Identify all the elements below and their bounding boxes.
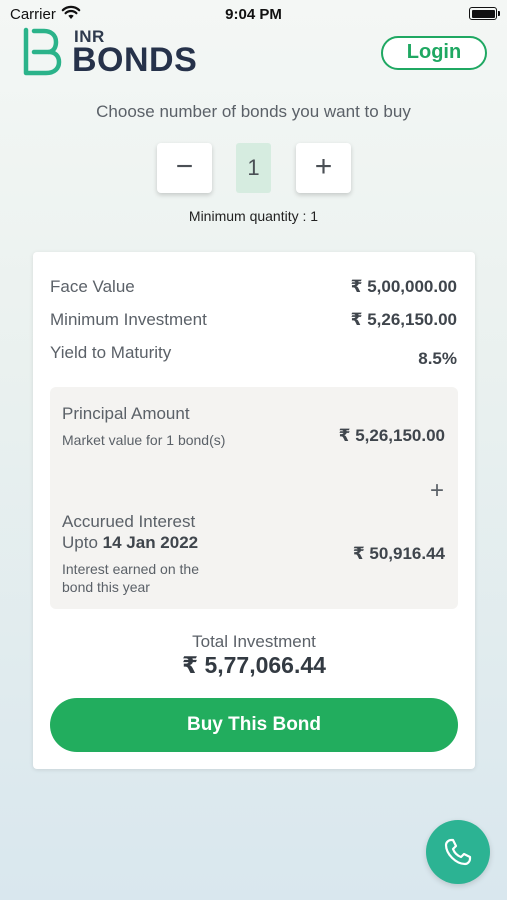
total-investment-label: Total Investment — [192, 632, 316, 651]
interest-upto: Upto 14 Jan 2022 — [62, 533, 198, 553]
investment-breakdown: Principal Amount Market value for 1 bond… — [50, 387, 458, 609]
buy-bond-button[interactable]: Buy This Bond — [50, 698, 458, 752]
principal-label: Principal Amount — [62, 404, 190, 423]
min-investment-value: ₹ 5,26,150.00 — [350, 310, 457, 329]
upto-date: 14 Jan 2022 — [102, 533, 199, 552]
login-button[interactable]: Login — [381, 36, 487, 70]
battery-icon — [469, 7, 500, 20]
ytm-value: 8.5% — [418, 349, 457, 368]
minimum-quantity-note: Minimum quantity : 1 — [188, 208, 319, 224]
bonds-logo-icon — [20, 27, 62, 82]
upto-label: Upto — [62, 533, 98, 552]
status-bar: Carrier 9:04 PM — [0, 0, 507, 28]
total-investment-value: ₹ 5,77,066.44 — [182, 652, 326, 678]
brand-name: BONDS — [72, 41, 198, 79]
min-investment-label: Minimum Investment — [50, 310, 207, 329]
interest-subtext: Interest earned on the bond this year — [62, 561, 199, 595]
face-value: ₹ 5,00,000.00 — [350, 277, 457, 296]
quantity-prompt: Choose number of bonds you want to buy — [96, 102, 411, 121]
decrease-quantity-button[interactable]: − — [157, 143, 212, 193]
interest-value: ₹ 50,916.44 — [352, 544, 445, 563]
principal-subtext: Market value for 1 bond(s) — [62, 432, 226, 448]
principal-value: ₹ 5,26,150.00 — [338, 426, 445, 445]
accrued-interest-label: Accurued Interest — [62, 512, 196, 531]
increase-quantity-button[interactable]: + — [296, 143, 351, 193]
status-time: 9:04 PM — [225, 6, 282, 23]
ytm-label: Yield to Maturity — [50, 343, 172, 362]
quantity-value[interactable]: 1 — [236, 143, 271, 193]
face-value-label: Face Value — [50, 277, 135, 296]
bond-summary-card: Face Value ₹ 5,00,000.00 Minimum Investm… — [33, 252, 475, 769]
plus-icon: + — [429, 477, 444, 504]
phone-icon — [444, 838, 472, 866]
call-button[interactable] — [426, 820, 490, 884]
